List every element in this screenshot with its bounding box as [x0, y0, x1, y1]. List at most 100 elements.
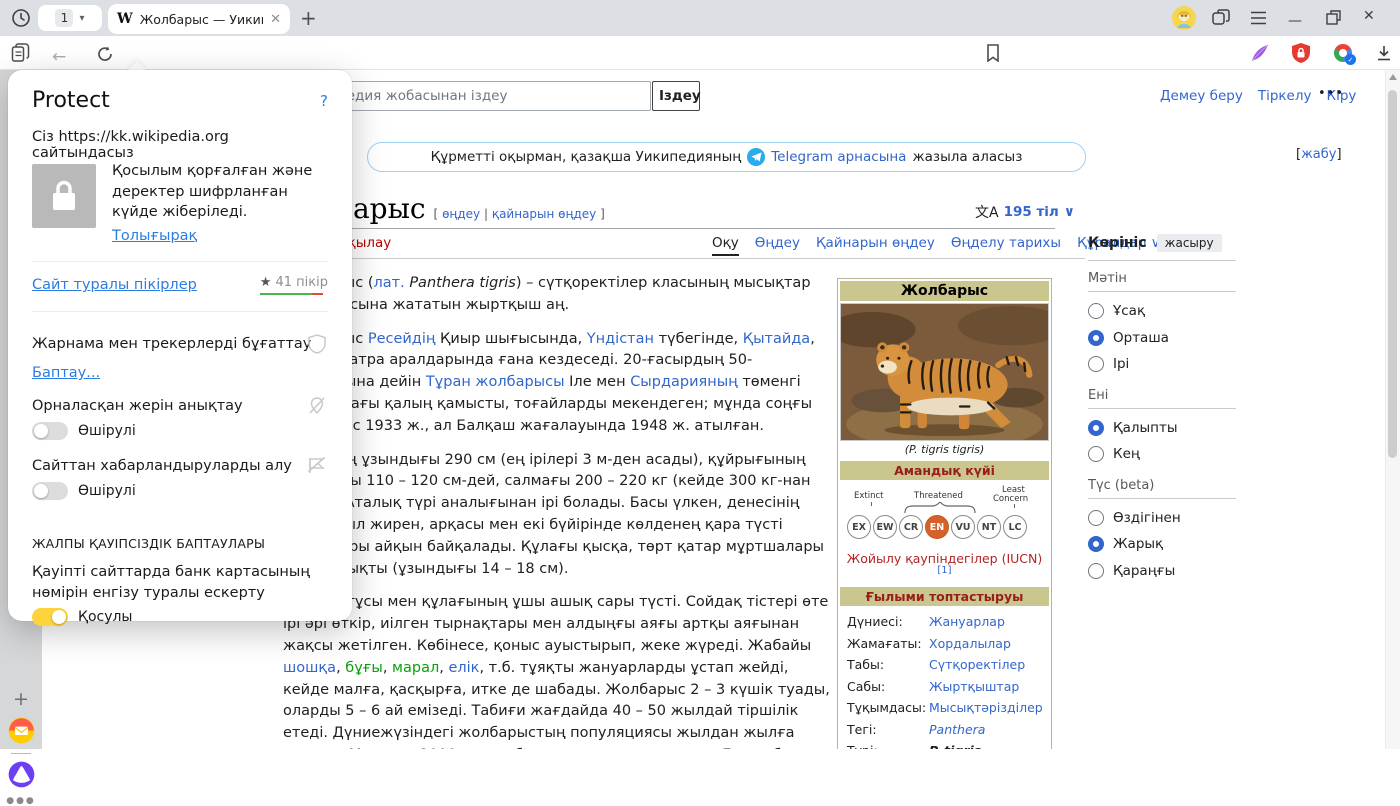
address-bar: ← https://kk.wikipedia.org/wiki/Жолбарыс… [0, 36, 1400, 105]
appearance-radio-option[interactable]: Кең [1088, 441, 1236, 468]
appearance-radio-option[interactable]: Орташа [1088, 325, 1236, 352]
inline-link[interactable]: елік [448, 660, 479, 676]
appearance-radio-option[interactable]: Ірі [1088, 351, 1236, 378]
scrollbar-thumb[interactable] [1388, 90, 1397, 458]
taxonomy-value-link[interactable]: Жыртқыштар [929, 676, 1019, 698]
taxonomy-value-link[interactable]: Хордалылар [929, 633, 1011, 655]
tiger-image[interactable] [840, 303, 1049, 441]
inline-link[interactable]: Ресейдің [368, 331, 436, 347]
banner-close-link[interactable]: жабу [1301, 147, 1336, 162]
status-brace [904, 502, 976, 513]
radio-unchecked-icon[interactable] [1088, 303, 1104, 320]
adblock-settings-link[interactable]: Баптау... [32, 365, 328, 381]
bank-warning-toggle[interactable] [32, 608, 68, 626]
browser-tab[interactable]: W Жолбарыс — Уикипеди ✕ [108, 4, 290, 34]
wikipedia-favicon: W [117, 11, 133, 27]
edit-link[interactable]: өңдеу [442, 207, 480, 221]
banner-telegram-link[interactable]: Telegram арнасына [771, 149, 906, 165]
window-close-button[interactable]: ✕ [1363, 8, 1375, 24]
radio-checked-icon[interactable] [1088, 536, 1104, 553]
view-tab[interactable]: Өңделу тарихы [951, 235, 1061, 256]
notifications-toggle[interactable] [32, 482, 68, 500]
taxonomy-value-link[interactable]: Panthera [929, 719, 985, 741]
window-minimize-button[interactable]: — [1288, 13, 1302, 29]
inline-link[interactable]: лат. [373, 275, 409, 291]
download-icon[interactable] [1376, 45, 1392, 61]
chrome-extension-icon[interactable]: ✓ [1334, 44, 1356, 65]
browser-tab-strip: 1 ▾ W Жолбарыс — Уикипеди ✕ + — ✕ [0, 0, 1400, 36]
sidebar-toggle-icon[interactable] [11, 43, 30, 63]
radio-unchecked-icon[interactable] [1088, 446, 1104, 463]
wiki-header-link[interactable]: Тіркелу [1258, 88, 1312, 104]
appearance-radio-option[interactable]: Қалыпты [1088, 415, 1236, 442]
tab-close-icon[interactable]: ✕ [270, 12, 281, 27]
appearance-radio-option[interactable]: Ұсақ [1088, 298, 1236, 325]
bookmark-flag-icon[interactable] [986, 44, 1000, 62]
inline-link[interactable]: бұғы [345, 660, 383, 676]
history-clock-icon[interactable] [11, 8, 31, 28]
inline-link[interactable]: Үндістан [587, 331, 654, 347]
status-label-least-2: Concern [993, 494, 1029, 504]
inline-link[interactable]: шошқа [283, 660, 336, 676]
bank-toggle-state: Қосулы [78, 609, 133, 625]
inline-link[interactable]: Panthera tigris [409, 275, 516, 291]
scrollbar-up-arrow[interactable] [1389, 74, 1397, 80]
side-panels-icon[interactable] [1212, 9, 1230, 27]
status-circle-vu: VU [951, 515, 975, 539]
appearance-radio-option[interactable]: Өздігінен [1088, 505, 1236, 532]
appearance-hide-button[interactable]: жасыру [1156, 234, 1222, 252]
inline-link[interactable]: марал [392, 660, 439, 676]
location-toggle-row: Өшірулі [32, 422, 328, 440]
wiki-search-button[interactable]: Іздеу [652, 81, 701, 111]
taxonomy-value-link[interactable]: Мысықтәрізділер [929, 697, 1043, 719]
location-toggle[interactable] [32, 422, 68, 440]
location-off-icon [309, 397, 325, 415]
protect-help-link[interactable]: ? [320, 92, 328, 110]
status-tick [871, 502, 872, 506]
reload-button[interactable] [97, 46, 113, 62]
radio-unchecked-icon[interactable] [1088, 562, 1104, 579]
language-selector[interactable]: 文A 195 тіл ∨ [975, 202, 1075, 222]
radio-unchecked-icon[interactable] [1088, 509, 1104, 526]
star-icon: ★ [259, 275, 272, 290]
view-tab[interactable]: Оқу [712, 235, 739, 256]
radio-checked-icon[interactable] [1088, 419, 1104, 436]
telegram-banner: Құрметті оқырман, қазақша Уикипедияның T… [367, 142, 1086, 172]
protect-site-line: Сіз https://kk.wikipedia.org сайтындасыз [32, 129, 229, 161]
status-circle-en: EN [925, 515, 949, 539]
menu-hamburger-icon[interactable] [1250, 10, 1267, 26]
protect-title: Protect [32, 88, 110, 113]
appearance-radio-option[interactable]: Жарық [1088, 531, 1236, 558]
view-tab[interactable]: Өңдеу [755, 235, 800, 256]
radio-unchecked-icon[interactable] [1088, 356, 1104, 373]
taxonomy-table: Дүниесі: Жануарлар Жамағаты: Хордалылар Табы… [840, 608, 1049, 749]
site-reviews-count[interactable]: ★ 41 пікір [259, 275, 328, 295]
back-button[interactable]: ← [52, 47, 66, 67]
alice-assistant-icon[interactable] [8, 761, 35, 788]
radio-checked-icon[interactable] [1088, 329, 1104, 346]
window-restore-button[interactable] [1326, 10, 1341, 25]
status-reference[interactable]: [1] [937, 565, 951, 576]
wiki-header-link[interactable]: Демеу беру [1160, 88, 1243, 104]
tab-group-chip[interactable]: 1 ▾ [38, 5, 102, 31]
protect-more-link[interactable]: Толығырақ [112, 226, 197, 247]
appearance-radio-option[interactable]: Қараңғы [1088, 558, 1236, 585]
view-tab[interactable]: Қайнарын өңдеу [816, 235, 935, 256]
inline-link[interactable]: Тұран жолбарысы [426, 374, 565, 390]
yandex-mail-icon[interactable] [8, 717, 35, 744]
edit-source-link[interactable]: қайнарын өңдеу [492, 207, 596, 221]
taxonomy-row: Табы: Сүтқоректілер [840, 654, 1049, 676]
rail-more-icon[interactable]: ●●● [0, 796, 42, 806]
taxonomy-value-link[interactable]: Жануарлар [929, 611, 1005, 633]
adblock-shield-icon[interactable] [1292, 43, 1310, 63]
title-rule [283, 228, 1055, 229]
inline-link[interactable]: Сырдарияның [630, 374, 738, 390]
wiki-header-more[interactable]: ••• [1318, 86, 1344, 101]
inline-link[interactable]: Қытайда [743, 331, 810, 347]
taxonomy-value-link[interactable]: Сүтқоректілер [929, 654, 1025, 676]
new-tab-button[interactable]: + [300, 6, 317, 30]
profile-avatar[interactable] [1172, 6, 1196, 30]
taxonomy-row: Дүниесі: Жануарлар [840, 611, 1049, 633]
rail-add-button[interactable]: + [0, 688, 42, 710]
feather-extension-icon[interactable] [1250, 44, 1270, 62]
